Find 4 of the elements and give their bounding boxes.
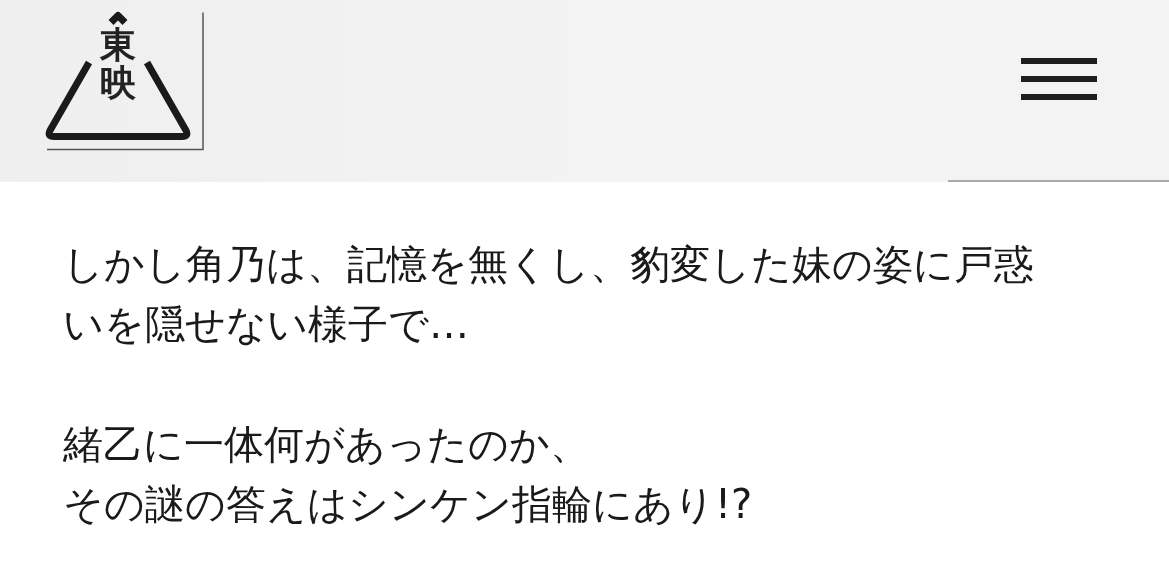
text-line: しかし角乃は、記憶を無くし、豹変した妹の姿に戸惑いを隠せない様子で… bbox=[63, 240, 1035, 349]
text-line: 緒乙に一体何があったのか、 bbox=[63, 420, 591, 469]
text-line: その謎の答えはシンケン指輪にあり!? bbox=[63, 480, 754, 529]
logo-text: 東映 bbox=[100, 26, 136, 102]
